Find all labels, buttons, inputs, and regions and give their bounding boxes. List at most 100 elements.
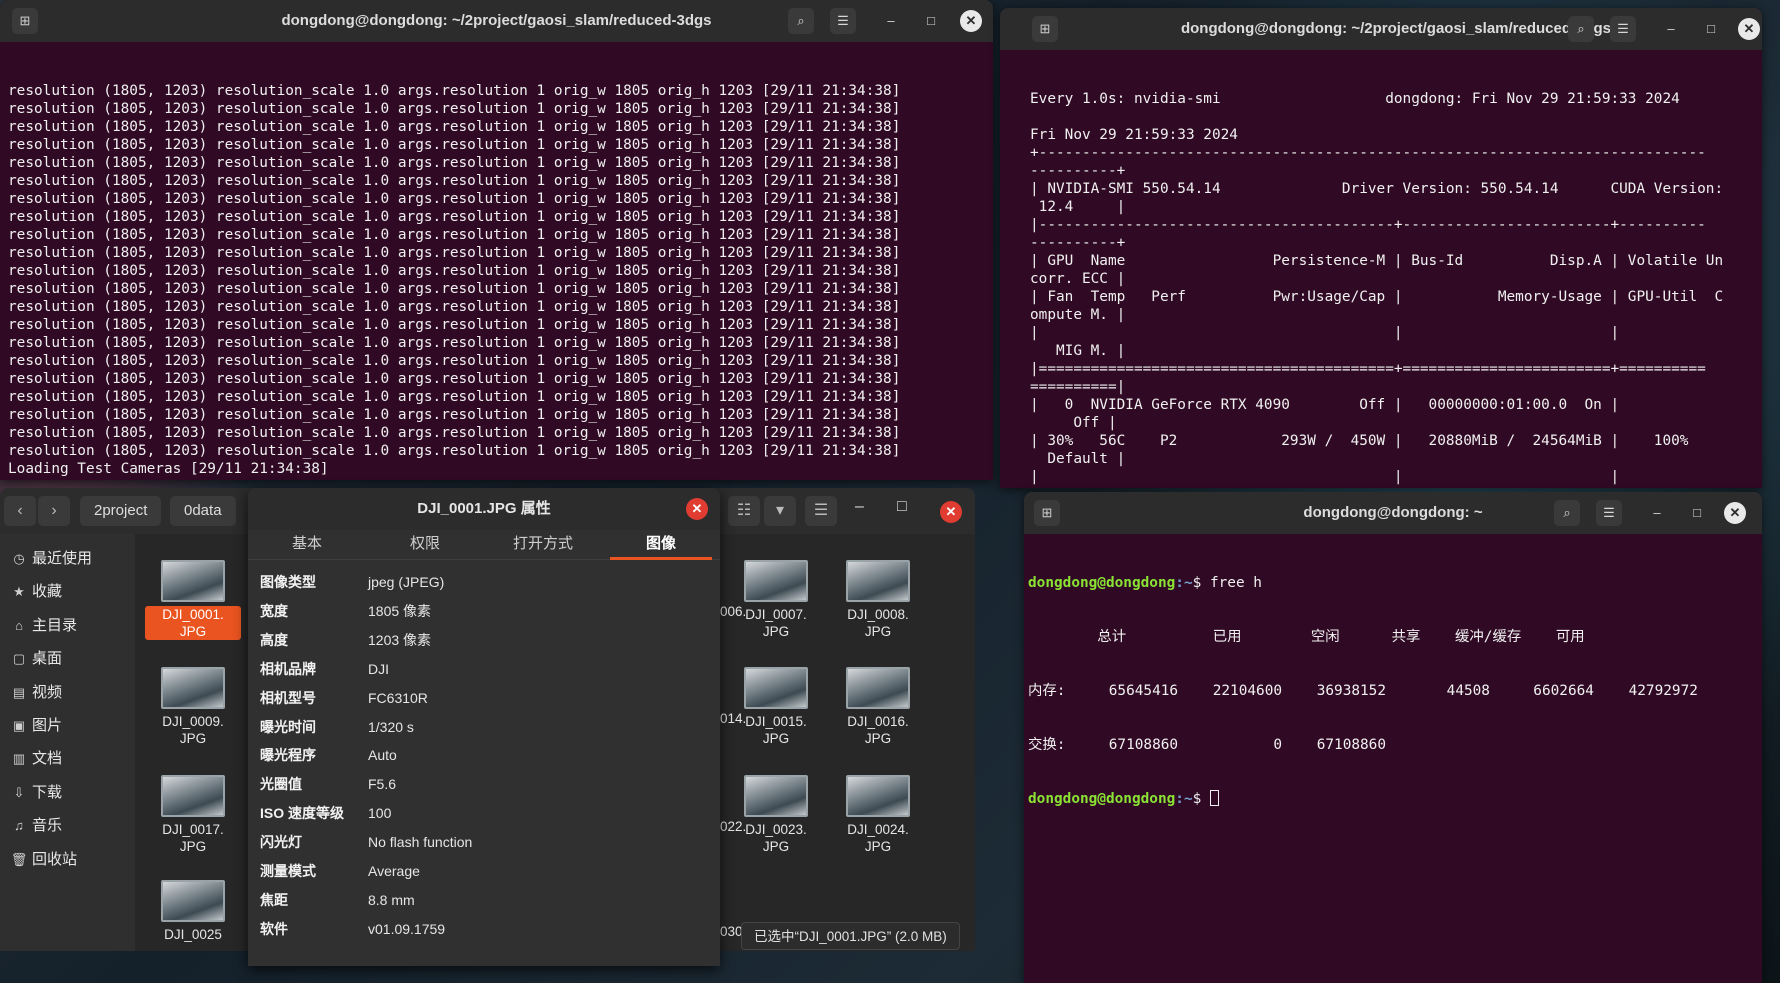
property-value[interactable]: 1203 像素 [368,632,431,648]
sidebar-item[interactable]: ★ 收藏 [0,575,135,609]
output-line: resolution (1805, 1203) resolution_scale… [8,299,901,315]
terminal-titlebar[interactable]: ⊞ dongdong@dongdong: ~/2project/gaosi_sl… [0,0,993,42]
property-value[interactable]: DJI [368,661,389,677]
sidebar-item[interactable]: ▣ 图片 [0,709,135,743]
properties-dialog[interactable]: DJI_0001.JPG 属性 ✕ 基本 权限 打开方式 图像 图像类型 jpeg… [248,488,720,966]
terminal-output[interactable]: dongdong@dongdong:~$ free h 总计 已用 空闲 共享 … [1024,534,1762,983]
maximize-icon[interactable]: □ [1684,500,1710,526]
property-value[interactable]: No flash function [368,834,472,850]
property-value[interactable]: v01.09.1759 [368,921,445,937]
property-value[interactable]: 1/320 s [368,719,414,735]
minimize-icon[interactable]: – [1658,16,1684,42]
close-icon[interactable]: ✕ [1738,18,1760,40]
maximize-icon[interactable]: □ [918,8,944,34]
property-value[interactable]: F5.6 [368,776,396,792]
property-row: 曝光时间 1/320 s [260,713,720,742]
forward-icon[interactable]: › [38,496,70,526]
image-thumbnail [744,775,808,817]
hamburger-menu-icon[interactable]: ☰ [805,496,837,526]
property-key: 宽度 [260,602,288,619]
file-item[interactable]: DJI_0007. JPG [728,554,824,640]
tab-permissions[interactable]: 权限 [366,530,484,560]
terminal-titlebar[interactable]: ⊞ dongdong@dongdong: ~ ⌕ ☰ – □ ✕ [1024,492,1762,534]
prompt-user: dongdong@dongdong [1028,575,1176,591]
image-thumbnail [161,775,225,817]
hamburger-menu-icon[interactable]: ☰ [830,8,856,34]
download-icon: ⇩ [13,784,25,800]
sidebar-item[interactable]: ⌂ 主目录 [0,609,135,643]
output-line: resolution (1805, 1203) resolution_scale… [8,443,901,459]
property-row: 相机型号 FC6310R [260,684,720,713]
hamburger-menu-icon[interactable]: ☰ [1610,16,1636,42]
property-value[interactable]: jpeg (JPEG) [368,574,444,590]
list-view-icon[interactable]: ☷ [728,496,760,526]
image-thumbnail [744,667,808,709]
tab-bar[interactable]: 基本 权限 打开方式 图像 [248,530,720,560]
prompt-line[interactable]: dongdong@dongdong:~$ [1028,790,1754,808]
tab-open-with[interactable]: 打开方式 [484,530,602,560]
property-key: 曝光程序 [260,747,316,764]
maximize-icon[interactable]: □ [1698,16,1724,42]
sidebar-item[interactable]: ♫ 音乐 [0,809,135,843]
property-value[interactable]: Auto [368,747,397,763]
hamburger-menu-icon[interactable]: ☰ [1596,500,1622,526]
file-item[interactable]: DJI_0015. JPG [728,661,824,747]
terminal-window-nvidia-smi[interactable]: ⊞ dongdong@dongdong: ~/2project/gaosi_sl… [1000,8,1762,488]
terminal-output[interactable]: Every 1.0s: nvidia-smi dongdong: Fri Nov… [1000,50,1762,488]
output-line: resolution (1805, 1203) resolution_scale… [8,407,901,423]
file-item[interactable]: DJI_0025 [145,874,241,943]
close-icon[interactable]: ✕ [960,10,982,32]
property-value[interactable]: 100 [368,805,391,821]
tab-basic[interactable]: 基本 [248,530,366,560]
property-value[interactable]: 1805 像素 [368,603,431,619]
search-icon[interactable]: ⌕ [1554,500,1580,526]
minimize-icon[interactable]: – [1644,500,1670,526]
file-name: DJI_0009. JPG [162,714,224,746]
document-icon: ▥ [12,751,26,767]
file-name: DJI_0016. JPG [847,714,909,746]
file-item[interactable]: DJI_0009. JPG [145,661,241,747]
file-item[interactable]: DJI_0001. JPG [145,554,241,640]
close-icon[interactable]: ✕ [940,501,962,523]
new-tab-icon[interactable]: ⊞ [1032,16,1058,42]
view-options-icon[interactable]: ▾ [764,496,796,526]
terminal-window-training[interactable]: ⊞ dongdong@dongdong: ~/2project/gaosi_sl… [0,0,993,480]
sidebar-item[interactable]: ▥ 文档 [0,742,135,776]
output-line: resolution (1805, 1203) resolution_scale… [8,191,901,207]
new-tab-icon[interactable]: ⊞ [12,8,38,34]
sidebar[interactable]: ◷ 最近使用 ★ 收藏 ⌂ 主目录 ▢ 桌面 ▤ 视频 ▣ 图片 ▥ 文档 ⇩ 下载 ♫ 音乐 🗑 回收站 [0,534,135,951]
property-value[interactable]: Average [368,863,420,879]
tab-image[interactable]: 图像 [610,530,712,560]
terminal-titlebar[interactable]: ⊞ dongdong@dongdong: ~/2project/gaosi_sl… [1000,8,1762,50]
sidebar-item[interactable]: ▢ 桌面 [0,642,135,676]
prompt-path: :~ [1175,575,1193,591]
new-tab-icon[interactable]: ⊞ [1034,500,1060,526]
sidebar-item[interactable]: ◷ 最近使用 [0,542,135,576]
close-icon[interactable]: ✕ [686,498,708,520]
property-value[interactable]: 8.8 mm [368,892,415,908]
dialog-header[interactable]: DJI_0001.JPG 属性 ✕ [248,488,720,530]
file-item[interactable]: DJI_0023. JPG [728,769,824,855]
search-icon[interactable]: ⌕ [1568,16,1594,42]
file-item[interactable]: DJI_0008. JPG [830,554,926,640]
file-item[interactable]: DJI_0017. JPG [145,769,241,855]
file-item[interactable]: DJI_0016. JPG [830,661,926,747]
maximize-icon[interactable]: □ [897,498,907,516]
sidebar-item[interactable]: ⇩ 下载 [0,776,135,810]
minimize-icon[interactable]: – [855,498,864,516]
property-key: 曝光时间 [260,718,316,735]
minimize-icon[interactable]: – [878,8,904,34]
file-item[interactable]: DJI_0024. JPG [830,769,926,855]
output-line: | 30% 56C P2 293W / 450W | 20880MiB / 24… [1030,433,1689,449]
sidebar-item[interactable]: ▤ 视频 [0,676,135,710]
terminal-output[interactable]: resolution (1805, 1203) resolution_scale… [0,42,993,480]
search-icon[interactable]: ⌕ [788,8,814,34]
back-icon[interactable]: ‹ [4,496,36,526]
close-icon[interactable]: ✕ [1724,502,1746,524]
property-value[interactable]: FC6310R [368,690,428,706]
terminal-window-home[interactable]: ⊞ dongdong@dongdong: ~ ⌕ ☰ – □ ✕ dongdon… [1024,492,1762,983]
breadcrumb-0data[interactable]: 0data [170,496,236,526]
breadcrumb-2project[interactable]: 2project [80,496,162,526]
sidebar-item[interactable]: 🗑 回收站 [0,843,135,877]
prompt-user: dongdong@dongdong [1028,791,1176,807]
